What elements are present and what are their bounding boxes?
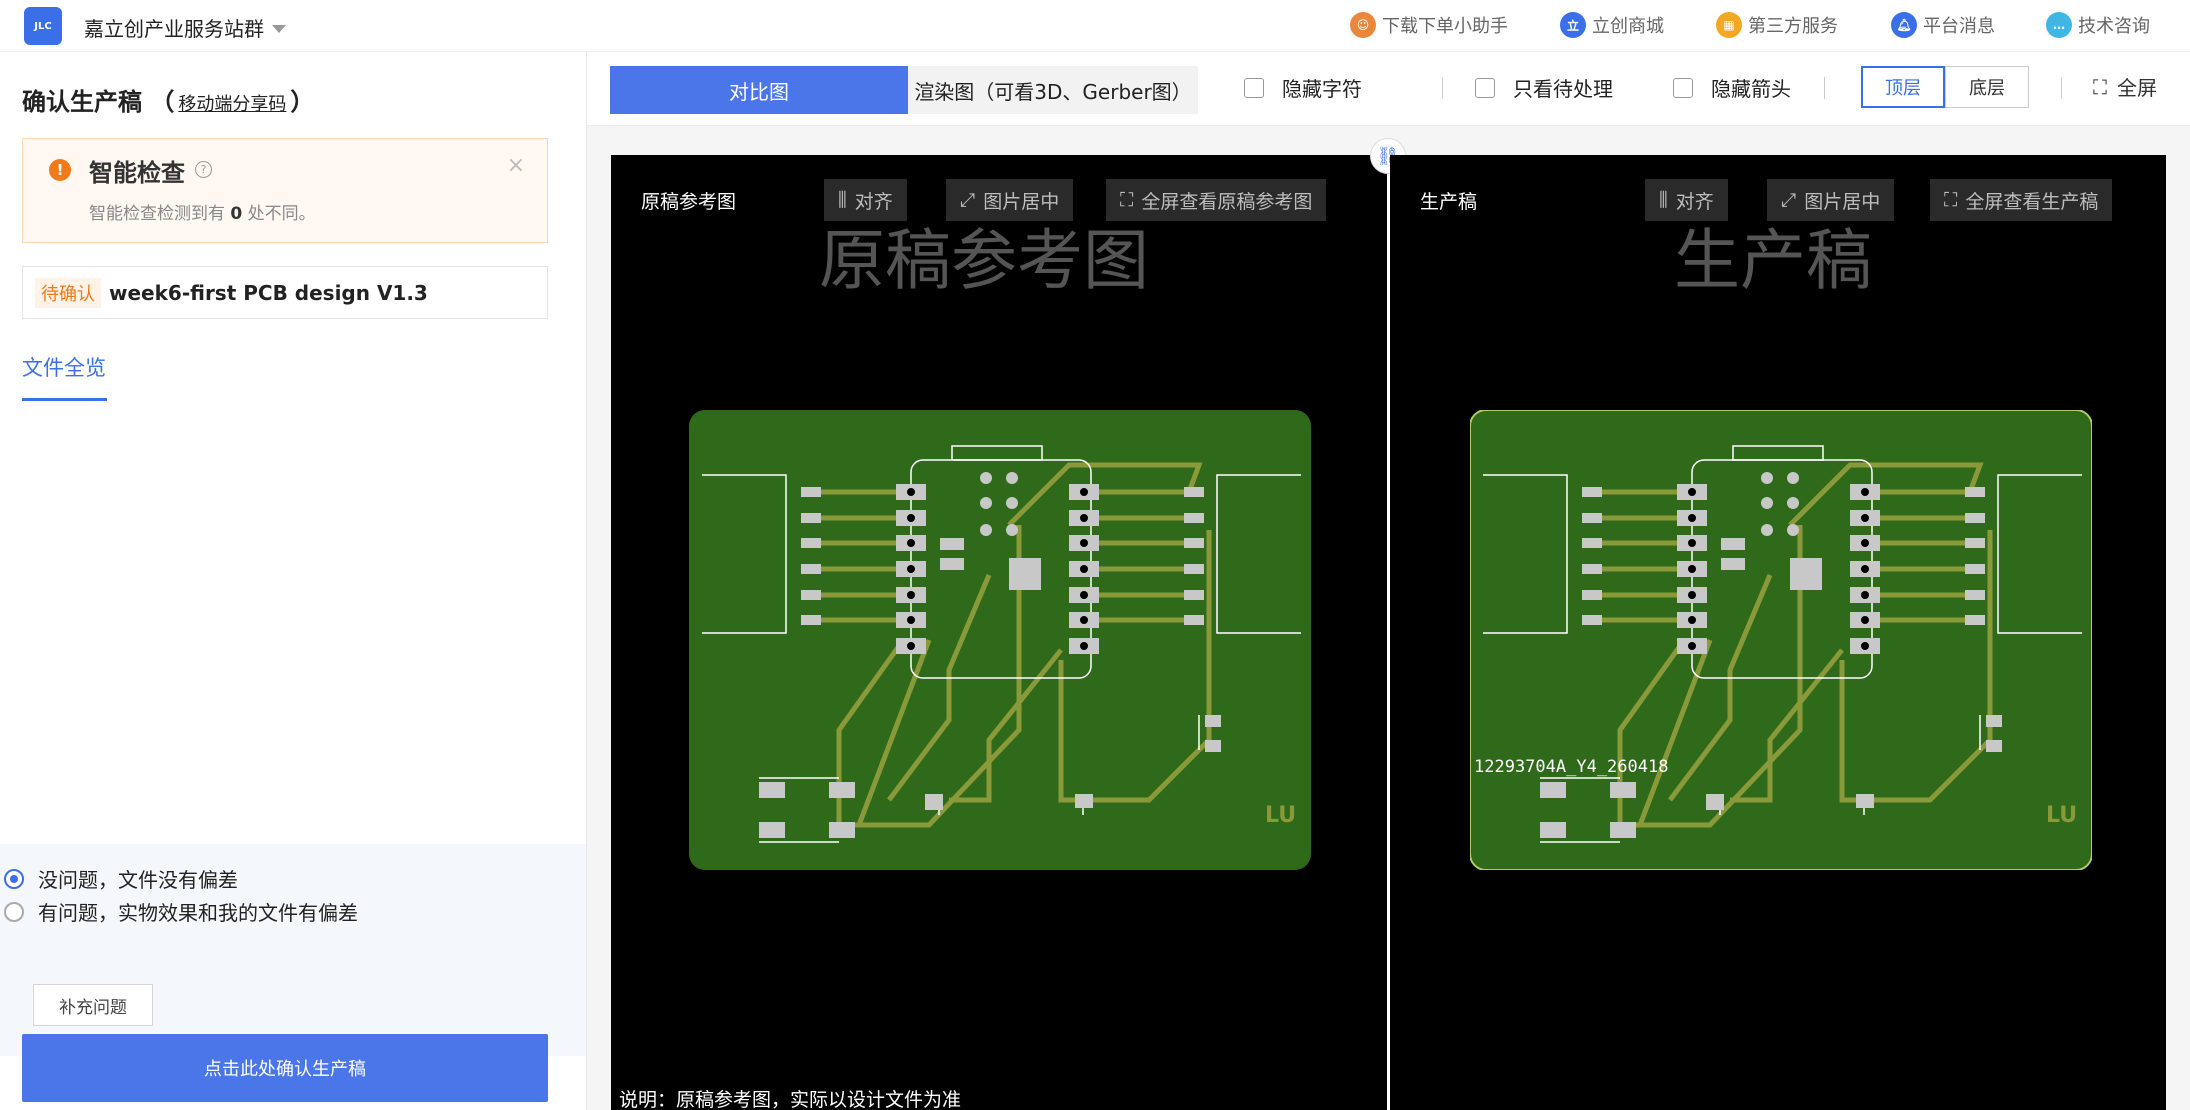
fullscreen-button[interactable]: ⛶ 全屏 xyxy=(2093,72,2157,101)
option-label: 有问题，实物效果和我的文件有偏差 xyxy=(38,901,358,925)
warning-icon: ! xyxy=(49,159,71,181)
left-panel: 确认生产稿 （移动端分享码） ! 智能检查 ? × 智能检查检测到有 0 处不同… xyxy=(0,52,587,1110)
nav-lcsc-mall[interactable]: 立 立创商城 xyxy=(1560,12,1664,38)
chat-icon: … xyxy=(2046,12,2072,38)
checkbox-label: 隐藏字符 xyxy=(1282,77,1362,101)
nav-tech-consult[interactable]: … 技术咨询 xyxy=(2046,12,2150,38)
pcb-production-image: 12293704A_Y4_260418 LU xyxy=(1470,410,2092,870)
site-title: 嘉立创产业服务站群 xyxy=(84,17,264,41)
fullscreen-original-button[interactable]: ⛶ 全屏查看原稿参考图 xyxy=(1106,179,1327,221)
active-tab-indicator xyxy=(22,398,107,401)
grid-apps-icon: ▦ xyxy=(1716,12,1742,38)
assistant-avatar-icon: ☺ xyxy=(1350,12,1376,38)
confirm-production-button[interactable]: 点击此处确认生产稿 xyxy=(22,1034,548,1102)
bell-icon: 🔔︎ xyxy=(1891,12,1917,38)
center-image-button[interactable]: ⤢ 图片居中 xyxy=(946,179,1074,221)
watermark: 原稿参考图 xyxy=(819,222,1149,299)
diff-count: 0 xyxy=(230,204,243,224)
supplement-issue-button[interactable]: 补充问题 xyxy=(33,984,153,1026)
page-title: 确认生产稿 （移动端分享码） xyxy=(22,82,314,117)
divider xyxy=(1442,77,1443,99)
pane-title: 生产稿 xyxy=(1420,191,1478,213)
checkbox-label: 隐藏箭头 xyxy=(1711,77,1791,101)
fullscreen-icon: ⛶ xyxy=(2093,74,2107,99)
watermark: 生产稿 xyxy=(1674,222,1872,299)
hide-arrows-toggle[interactable]: 隐藏箭头 xyxy=(1673,73,1791,102)
fullscreen-label: 全屏 xyxy=(2117,76,2157,100)
nav-download-assistant[interactable]: ☺ 下载下单小助手 xyxy=(1350,12,1508,38)
center-image-button[interactable]: ⤢ 图片居中 xyxy=(1767,179,1895,221)
desc-prefix: 智能检查检测到有 xyxy=(89,204,225,224)
nav-label: 技术咨询 xyxy=(2078,16,2150,37)
help-icon[interactable]: ? xyxy=(195,161,212,178)
button-label: 图片居中 xyxy=(983,190,1060,213)
bottom-layer-button[interactable]: 底层 xyxy=(1945,66,2029,108)
paren-close: ） xyxy=(290,88,315,116)
only-pending-toggle[interactable]: 只看待处理 xyxy=(1475,73,1613,102)
checkbox[interactable] xyxy=(1475,77,1495,98)
checkbox-label: 只看待处理 xyxy=(1513,77,1613,101)
reference-note: 说明：原稿参考图，实际以设计文件为准 xyxy=(619,1089,962,1110)
radio-button[interactable] xyxy=(4,901,24,922)
align-button[interactable]: ⫼ 对齐 xyxy=(824,179,907,221)
smart-check-alert: ! 智能检查 ? × 智能检查检测到有 0 处不同。 xyxy=(22,138,548,243)
title-text: 确认生产稿 xyxy=(22,88,142,116)
nav-label: 立创商城 xyxy=(1592,16,1664,37)
checkbox[interactable] xyxy=(1673,77,1693,98)
divider xyxy=(2061,77,2062,99)
nav-label: 第三方服务 xyxy=(1748,16,1838,37)
tab-render-view[interactable]: 渲染图（可看3D、Gerber图） xyxy=(908,66,1198,114)
board-mark: LU xyxy=(2046,803,2077,828)
nav-label: 平台消息 xyxy=(1923,16,1995,37)
caret-down-icon xyxy=(272,24,286,33)
option-no-problem[interactable]: 没问题，文件没有偏差 xyxy=(4,864,238,893)
top-layer-button[interactable]: 顶层 xyxy=(1861,66,1945,108)
paren-open: （ xyxy=(150,88,175,116)
board-mark: LU xyxy=(1265,803,1296,828)
desc-suffix: 处不同。 xyxy=(247,204,316,224)
fullscreen-icon: ⛶ xyxy=(1944,189,1958,211)
smart-check-title: 智能检查 xyxy=(89,159,185,187)
button-label: 全屏查看原稿参考图 xyxy=(1141,190,1313,213)
tab-compare-view[interactable]: 对比图 xyxy=(610,66,908,114)
divider xyxy=(1824,77,1825,99)
pane-title: 原稿参考图 xyxy=(641,191,737,213)
production-pane[interactable]: 生产稿 生产稿 ⫼ 对齐 ⤢ 图片居中 ⛶ 全屏查看生产稿 12293704A_… xyxy=(1390,155,2166,1110)
expand-icon: ⤢ xyxy=(960,189,976,211)
status-badge: 待确认 xyxy=(35,277,101,308)
button-label: 对齐 xyxy=(1675,190,1714,213)
tab-file-overview[interactable]: 文件全览 xyxy=(22,352,106,382)
hide-text-toggle[interactable]: 隐藏字符 xyxy=(1244,73,1362,102)
confirm-options: 没问题，文件没有偏差 有问题，实物效果和我的文件有偏差 补充问题 xyxy=(0,844,586,1056)
lcsc-icon: 立 xyxy=(1560,12,1586,38)
expand-icon: ⤢ xyxy=(1781,189,1797,211)
option-has-problem[interactable]: 有问题，实物效果和我的文件有偏差 xyxy=(4,897,358,926)
option-label: 没问题，文件没有偏差 xyxy=(38,868,238,892)
original-reference-pane[interactable]: 原稿参考图 原稿参考图 ⫼ 对齐 ⤢ 图片居中 ⛶ 全屏查看原稿参考图 LU 说… xyxy=(611,155,1387,1110)
site-switcher[interactable]: 嘉立创产业服务站群 xyxy=(84,13,286,42)
align-icon: ⫼ xyxy=(1659,189,1668,211)
fullscreen-production-button[interactable]: ⛶ 全屏查看生产稿 xyxy=(1930,179,2113,221)
nav-label: 下载下单小助手 xyxy=(1382,16,1508,37)
button-label: 对齐 xyxy=(854,190,893,213)
close-icon[interactable]: × xyxy=(507,153,525,178)
file-info: 待确认 week6-first PCB design V1.3 xyxy=(22,266,548,319)
jlc-logo-icon[interactable]: JLC xyxy=(24,7,62,45)
align-icon: ⫼ xyxy=(838,189,847,211)
nav-platform-messages[interactable]: 🔔︎ 平台消息 xyxy=(1891,12,1995,38)
radio-button[interactable] xyxy=(4,868,24,889)
checkbox[interactable] xyxy=(1244,77,1264,98)
pcb-original-image: LU xyxy=(689,410,1311,870)
file-name: week6-first PCB design V1.3 xyxy=(109,280,428,305)
mobile-share-code-link[interactable]: 移动端分享码 xyxy=(178,94,286,115)
order-code: 12293704A_Y4_260418 xyxy=(1474,757,1668,777)
smart-check-desc: 智能检查检测到有 0 处不同。 xyxy=(89,199,316,224)
button-label: 全屏查看生产稿 xyxy=(1965,190,2099,213)
top-navigation: JLC 嘉立创产业服务站群 ☺ 下载下单小助手 立 立创商城 ▦ 第三方服务 🔔… xyxy=(0,0,2190,52)
nav-third-party[interactable]: ▦ 第三方服务 xyxy=(1716,12,1838,38)
view-toolbar: 对比图 渲染图（可看3D、Gerber图） 隐藏字符 只看待处理 隐藏箭头 顶层… xyxy=(587,52,2190,126)
align-button[interactable]: ⫼ 对齐 xyxy=(1645,179,1728,221)
fullscreen-icon: ⛶ xyxy=(1120,189,1134,211)
button-label: 图片居中 xyxy=(1804,190,1881,213)
